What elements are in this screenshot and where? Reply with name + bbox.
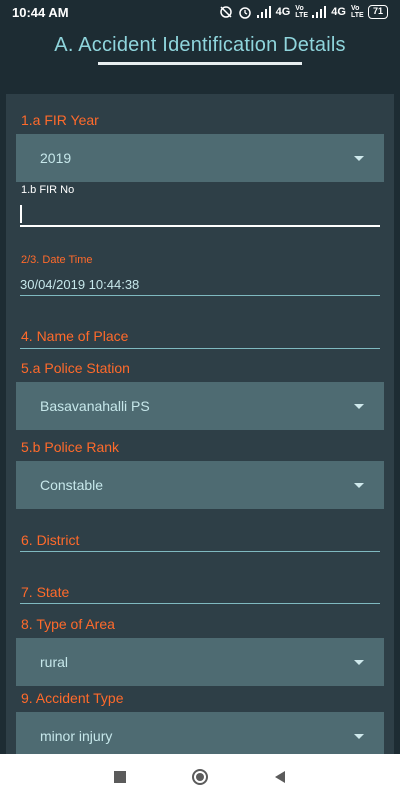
status-bar: 10:44 AM 4G Vo LTE 4G Vo LTE 71 [0, 0, 400, 24]
network-type-1: 4G [275, 6, 291, 18]
battery-level: 71 [372, 6, 383, 16]
area-type-select[interactable]: rural [16, 638, 384, 686]
area-type-label: 8. Type of Area [21, 616, 115, 632]
state-label[interactable]: 7. State [21, 584, 69, 600]
network-type-2: 4G [331, 6, 346, 18]
dropdown-arrow-icon [354, 482, 364, 488]
police-station-label: 5.a Police Station [21, 360, 130, 376]
police-station-select[interactable]: Basavanahalli PS [16, 382, 384, 430]
page-title: A. Accident Identification Details [54, 34, 346, 56]
text-cursor [20, 205, 22, 223]
recent-apps-button[interactable] [100, 757, 140, 797]
accident-type-label: 9. Accident Type [21, 690, 124, 706]
volte-badge-1: Vo LTE [295, 5, 308, 19]
accident-type-select[interactable]: minor injury [16, 712, 384, 754]
fir-no-label: 1.b FIR No [21, 184, 75, 196]
title-underline [98, 62, 302, 65]
form-card: 1.a FIR Year 2019 1.b FIR No 2/3. Date T… [6, 94, 394, 754]
back-button[interactable] [260, 757, 300, 797]
fir-year-select[interactable]: 2019 [16, 134, 384, 182]
square-icon [114, 771, 126, 783]
area-type-value: rural [40, 654, 69, 670]
state-input[interactable] [20, 603, 380, 604]
system-nav-bar [0, 754, 400, 800]
home-button[interactable] [180, 757, 220, 797]
signal-icon-1 [256, 6, 271, 18]
dropdown-arrow-icon [354, 733, 364, 739]
police-station-value: Basavanahalli PS [40, 398, 150, 414]
accident-type-value: minor injury [40, 728, 113, 744]
status-time: 10:44 AM [12, 4, 69, 20]
date-time-underline [20, 295, 380, 296]
district-label[interactable]: 6. District [21, 532, 79, 548]
police-rank-label: 5.b Police Rank [21, 439, 120, 455]
circle-icon [192, 769, 208, 785]
police-rank-select[interactable]: Constable [16, 461, 384, 509]
fir-year-label: 1.a FIR Year [21, 112, 99, 128]
dropdown-arrow-icon [354, 403, 364, 409]
district-input[interactable] [20, 551, 380, 552]
signal-icon-2 [312, 6, 327, 18]
date-time-value[interactable]: 30/04/2019 10:44:38 [20, 277, 139, 292]
triangle-back-icon [275, 771, 285, 783]
place-label[interactable]: 4. Name of Place [21, 328, 128, 344]
volte-badge-2: Vo LTE [350, 5, 364, 19]
fir-year-value: 2019 [40, 150, 72, 166]
dropdown-arrow-icon [354, 659, 364, 665]
page-header: A. Accident Identification Details [0, 24, 400, 94]
status-icons: 4G Vo LTE 4G Vo LTE 71 [219, 5, 388, 19]
police-rank-value: Constable [40, 477, 104, 493]
alarm-icon [238, 5, 252, 19]
battery-icon: 71 [367, 5, 388, 19]
date-time-label: 2/3. Date Time [21, 254, 93, 266]
sync-off-icon [219, 5, 233, 19]
place-input[interactable] [20, 348, 380, 349]
dropdown-arrow-icon [354, 155, 364, 161]
fir-no-input[interactable] [20, 225, 380, 227]
